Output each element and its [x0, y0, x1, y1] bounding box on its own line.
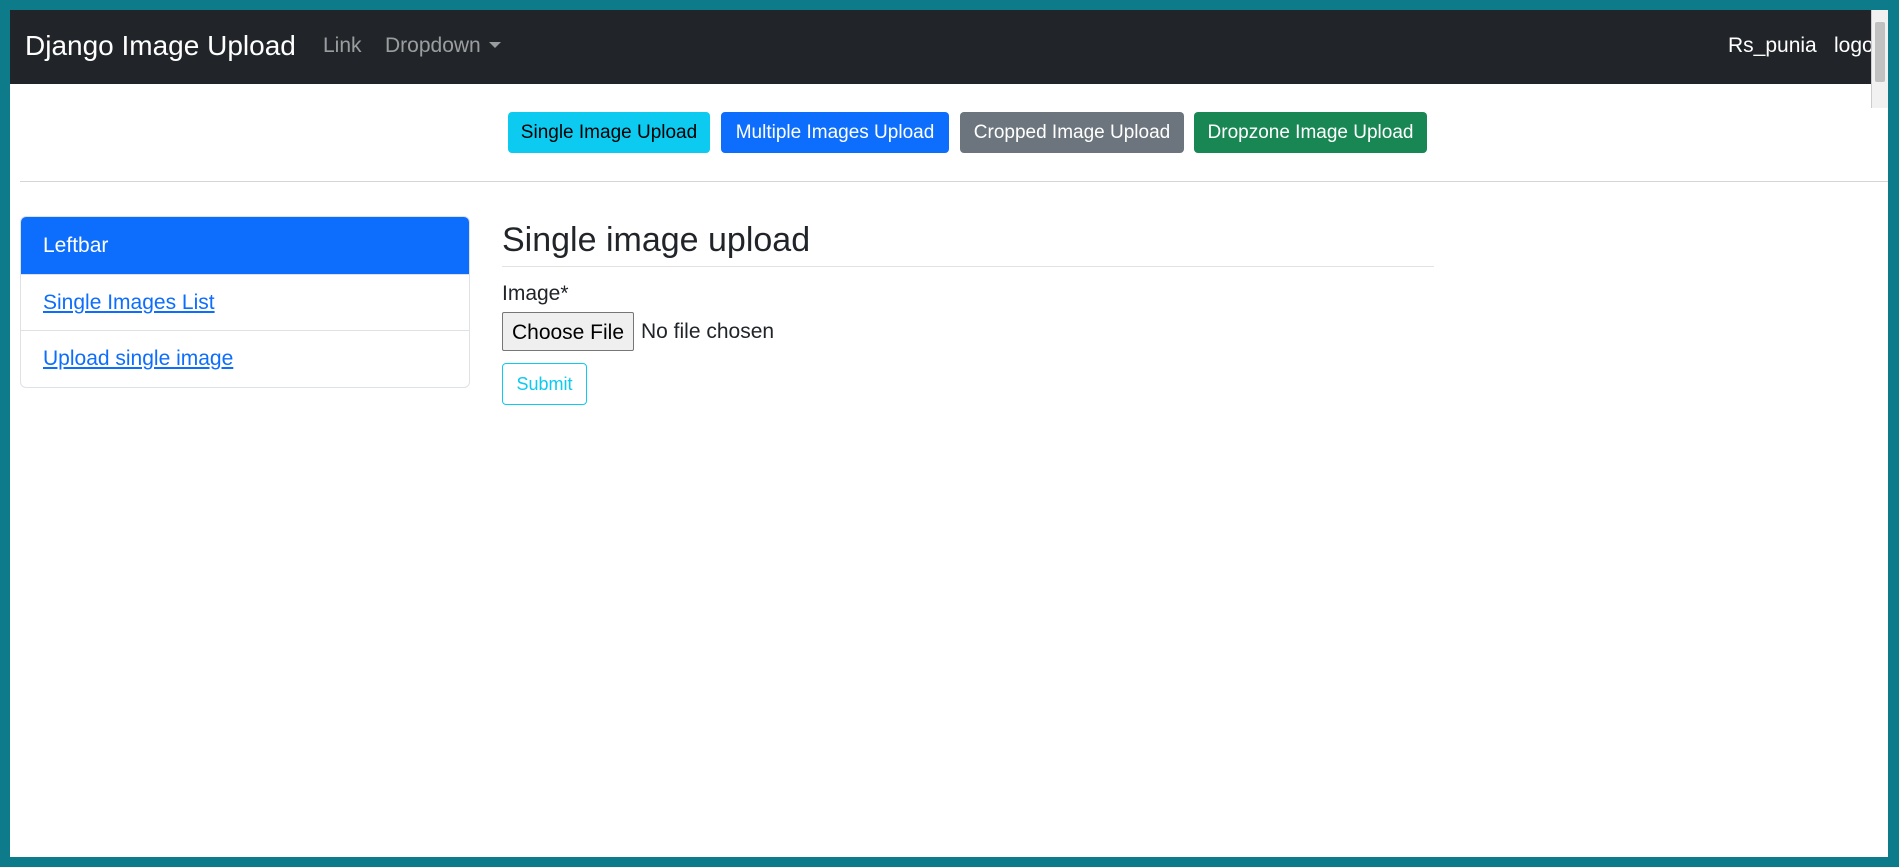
scrollbar-thumb[interactable] [1875, 22, 1885, 82]
leftbar-header: Leftbar [21, 217, 469, 274]
dropzone-image-upload-button[interactable]: Dropzone Image Upload [1194, 112, 1427, 153]
list-item: Single Images List [21, 274, 469, 330]
multiple-images-upload-button[interactable]: Multiple Images Upload [721, 112, 949, 153]
username-link[interactable]: Rs_punia [1728, 34, 1817, 58]
submit-button[interactable]: Submit [502, 363, 587, 405]
choose-file-button[interactable]: Choose File [502, 312, 634, 351]
nav-link[interactable]: Link [323, 34, 362, 58]
leftbar-panel: Leftbar Single Images List Upload single… [20, 216, 470, 388]
title-divider [502, 266, 1434, 267]
nav-dropdown-label: Dropdown [385, 34, 481, 57]
single-image-upload-button[interactable]: Single Image Upload [508, 112, 710, 153]
brand-link[interactable]: Django Image Upload [25, 30, 296, 62]
caret-down-icon [488, 42, 501, 48]
single-images-list-link[interactable]: Single Images List [43, 291, 215, 314]
page-title: Single image upload [502, 221, 811, 259]
browser-viewport: Django Image Upload Link Dropdown Rs_pun… [10, 10, 1888, 857]
upload-single-image-link[interactable]: Upload single image [43, 347, 233, 370]
scrollbar[interactable] [1871, 10, 1888, 108]
file-status-text: No file chosen [641, 320, 775, 343]
divider [20, 181, 1888, 182]
image-field-label: Image* [502, 282, 569, 305]
cropped-image-upload-button[interactable]: Cropped Image Upload [960, 112, 1184, 153]
navbar: Django Image Upload Link Dropdown Rs_pun… [10, 10, 1888, 108]
list-item: Upload single image [21, 330, 469, 386]
nav-dropdown[interactable]: Dropdown [385, 34, 501, 58]
